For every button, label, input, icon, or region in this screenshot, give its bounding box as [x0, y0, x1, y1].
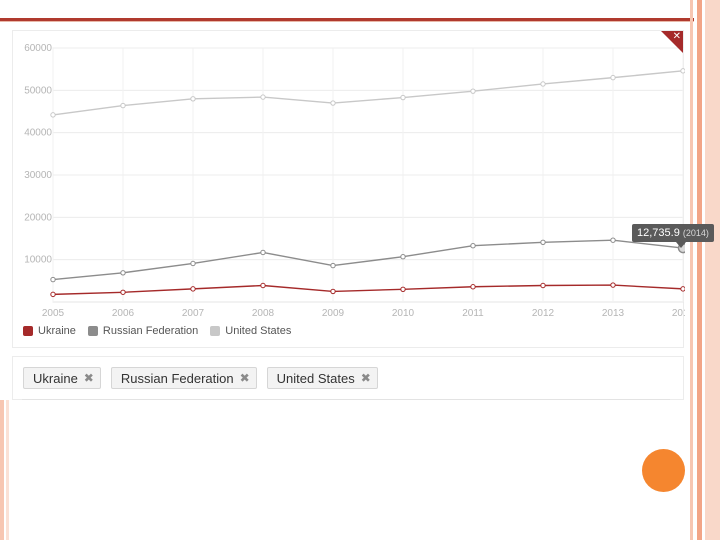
- data-point: [470, 88, 476, 94]
- x-tick-label: 2011: [462, 308, 484, 319]
- data-point: [470, 242, 476, 249]
- y-tick-label: 40000: [24, 128, 52, 139]
- data-point: [540, 81, 546, 87]
- legend-swatch: [87, 326, 98, 336]
- data-point: [50, 276, 56, 283]
- data-point: [540, 239, 546, 246]
- data-point: [680, 286, 685, 292]
- data-point: [120, 102, 126, 109]
- legend-label: United States: [225, 325, 292, 337]
- data-point: [330, 100, 336, 106]
- data-point: [610, 74, 616, 81]
- y-tick-label: 30000: [24, 170, 52, 181]
- slide-stripe: [705, 0, 720, 540]
- slide-stripe: [690, 0, 693, 540]
- tag-ukraine[interactable]: Ukraine ✖: [23, 367, 101, 389]
- data-point: [260, 94, 266, 100]
- tooltip-year: (2014): [682, 228, 709, 238]
- chart-legend: Ukraine Russian Federation United States: [23, 325, 291, 337]
- tag-label: Russian Federation: [120, 370, 234, 386]
- chart-panel: 10000 20000 30000 40000 50000 60000 2005 2006 20…: [12, 30, 685, 348]
- remove-tag-icon[interactable]: ✖: [361, 371, 371, 385]
- legend-label: Ukraine: [38, 325, 76, 337]
- data-point: [190, 286, 196, 292]
- x-tick-label: 2012: [532, 308, 555, 319]
- x-tick-label: 2009: [322, 308, 345, 319]
- slide-stripe: [697, 0, 702, 540]
- chart-tooltip: 12,735.9 (2014): [632, 224, 714, 242]
- remove-tag-icon[interactable]: ✖: [240, 371, 250, 385]
- x-tick-label: 2014: [672, 308, 685, 319]
- data-point: [50, 112, 56, 118]
- data-point: [400, 254, 406, 260]
- tag-united-states[interactable]: United States ✖: [266, 367, 378, 389]
- y-tick-label: 10000: [24, 255, 52, 266]
- x-tick-label: 2008: [252, 308, 275, 319]
- legend-item[interactable]: United States: [210, 325, 291, 337]
- data-point: [190, 96, 196, 102]
- line-chart: 10000 20000 30000 40000 50000 60000 2005 2006 20…: [24, 43, 685, 319]
- data-point: [330, 288, 336, 295]
- tag-russian-federation[interactable]: Russian Federation ✖: [110, 367, 257, 389]
- x-tick-label: 2005: [42, 308, 65, 319]
- data-point: [190, 260, 196, 267]
- tag-label: United States: [276, 370, 355, 386]
- country-tag-panel: Ukraine ✖ Russian Federation ✖ United St…: [12, 356, 684, 400]
- x-tick-label: 2006: [112, 308, 135, 319]
- legend-item[interactable]: Russian Federation: [87, 325, 199, 337]
- data-point: [260, 282, 266, 289]
- x-tick-label: 2013: [602, 308, 625, 319]
- close-icon[interactable]: ✕: [673, 32, 681, 42]
- y-tick-label: 20000: [24, 212, 52, 223]
- data-point: [120, 289, 126, 295]
- data-point: [610, 237, 616, 243]
- series-line: [52, 70, 684, 116]
- data-point: [610, 282, 616, 288]
- data-point: [120, 270, 126, 276]
- slide-stripe-left: [0, 400, 4, 540]
- y-tick-label: 60000: [24, 43, 52, 54]
- legend-swatch: [210, 326, 221, 336]
- y-tick-label: 50000: [24, 85, 52, 96]
- tag-label: Ukraine: [33, 370, 78, 386]
- slide-top-rule-light: [0, 21, 694, 22]
- series-line: [52, 284, 684, 296]
- data-point: [50, 291, 56, 298]
- data-point: [260, 249, 266, 256]
- slide-stripe-left: [6, 400, 9, 540]
- tooltip-value: 12,735.9: [637, 227, 680, 239]
- orange-circle-icon: [642, 449, 685, 492]
- tooltip-arrow: [676, 242, 686, 248]
- data-point: [470, 284, 476, 290]
- data-point: [680, 68, 685, 74]
- tag-panel-rule: [22, 399, 670, 400]
- data-point: [540, 282, 546, 289]
- x-tick-label: 2007: [182, 308, 205, 319]
- legend-item[interactable]: Ukraine: [23, 325, 76, 337]
- data-point: [400, 94, 406, 101]
- remove-tag-icon[interactable]: ✖: [84, 371, 94, 385]
- legend-swatch: [23, 326, 33, 336]
- legend-label: Russian Federation: [102, 325, 199, 337]
- data-point: [330, 262, 336, 269]
- x-tick-label: 2010: [392, 308, 415, 319]
- data-point: [400, 286, 406, 292]
